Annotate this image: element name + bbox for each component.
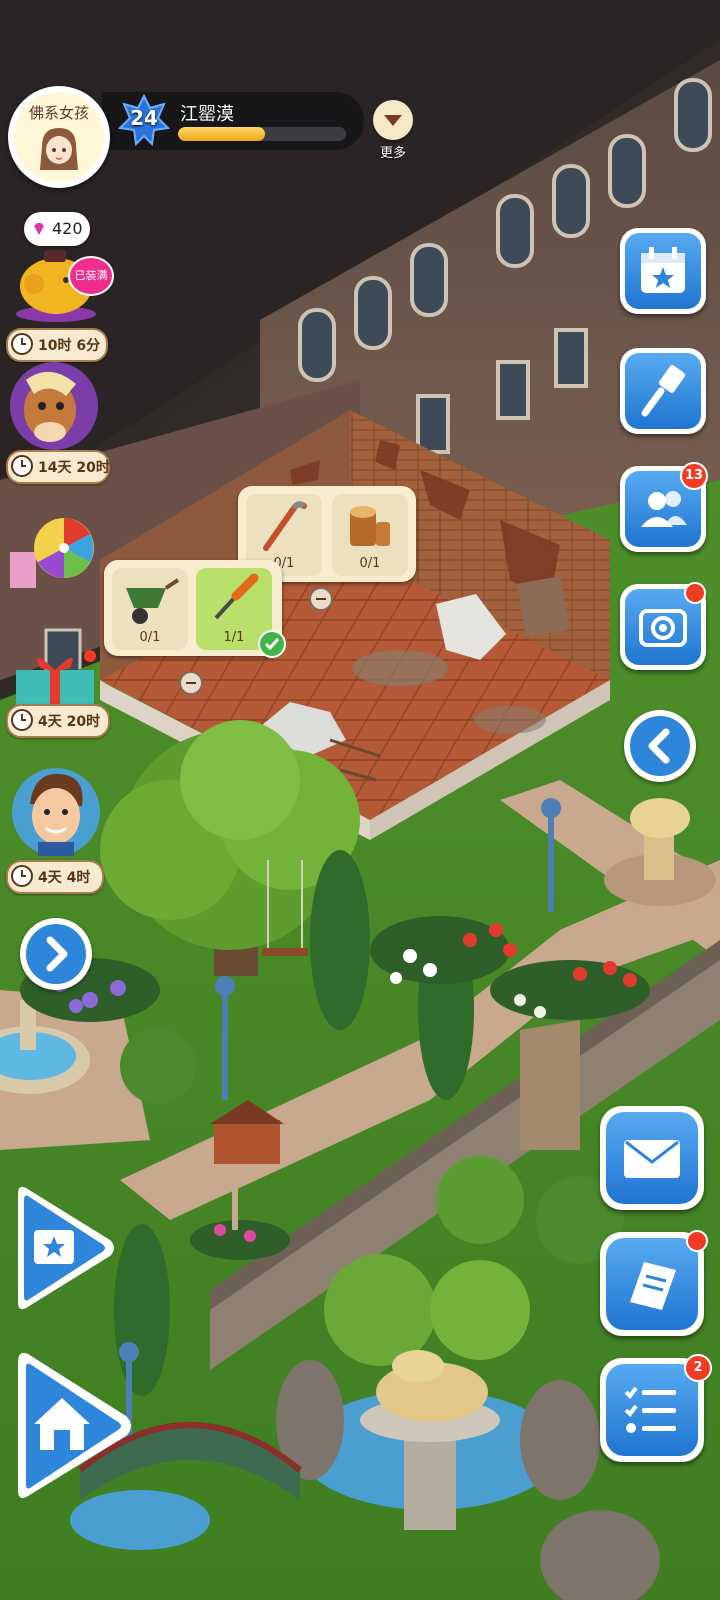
- player-level: 24: [130, 106, 158, 130]
- home-button[interactable]: [14, 1346, 136, 1506]
- task-complete-check-icon: [258, 630, 286, 658]
- prize-wheel-icon[interactable]: [6, 512, 102, 592]
- more-label: 更多: [379, 146, 406, 161]
- screwdriver-icon: [214, 573, 259, 620]
- xp-progress-fill: [178, 127, 266, 141]
- back-arrow-icon: [648, 728, 670, 764]
- horse-event-icon[interactable]: [6, 360, 102, 452]
- gift-box-icon[interactable]: [10, 646, 100, 710]
- tasks-badge: 2: [684, 1354, 712, 1382]
- expand-left-panel-button[interactable]: [20, 918, 92, 990]
- mail-icon: [624, 1140, 680, 1178]
- decorate-button[interactable]: [620, 348, 706, 434]
- gem-count: 420: [52, 219, 83, 238]
- checklist-icon: [624, 1386, 676, 1433]
- clock-icon: [11, 333, 33, 355]
- task-wood-count: 0/1: [359, 556, 381, 571]
- gem-counter[interactable]: 420: [24, 212, 90, 246]
- clock-icon: [11, 709, 33, 731]
- wood-logs-icon: [350, 506, 390, 546]
- gallery-icon: [639, 609, 687, 647]
- piggy-timer-text: 10时 6分: [38, 338, 101, 354]
- task-wheelbarrow[interactable]: 0/1: [112, 568, 188, 650]
- gift-timer-text: 4天 20时: [38, 714, 101, 730]
- chevron-down-icon: [384, 115, 402, 126]
- clock-icon: [11, 455, 33, 477]
- collapse-right-panel-button[interactable]: [624, 710, 696, 782]
- room-marker-lower[interactable]: [178, 670, 204, 696]
- gem-icon: [34, 223, 44, 235]
- player-avatar[interactable]: 佛系女孩: [8, 86, 110, 188]
- horse-timer-text: 14天 20时: [38, 460, 110, 476]
- xp-progress-bar: [178, 127, 346, 141]
- crowbar-icon: [263, 501, 307, 551]
- friends-icon: [641, 491, 687, 527]
- calendar-star-icon: [34, 1230, 74, 1264]
- girl-face-icon: [40, 128, 78, 170]
- character-event-icon[interactable]: [10, 764, 102, 860]
- room-marker-upper[interactable]: [308, 586, 334, 612]
- character-timer: 4天 4时: [6, 860, 104, 894]
- clock-icon: [11, 865, 33, 887]
- journal-icon: [630, 1262, 676, 1310]
- gallery-notification-dot: [684, 582, 706, 604]
- gift-timer: 4天 20时: [6, 704, 110, 738]
- friends-badge: 13: [680, 462, 708, 490]
- forward-arrow-icon: [46, 936, 68, 972]
- task-wood[interactable]: 0/1: [332, 494, 408, 576]
- wheelbarrow-icon: [126, 578, 180, 624]
- calendar-button[interactable]: [620, 228, 706, 314]
- calendar-star-icon: [641, 247, 685, 293]
- avatar-caption: 佛系女孩: [28, 104, 89, 122]
- more-button[interactable]: [373, 100, 413, 140]
- piggy-timer: 10时 6分: [6, 328, 108, 362]
- character-timer-text: 4天 4时: [38, 870, 91, 886]
- horse-timer: 14天 20时: [6, 450, 110, 484]
- task-bubble-lower: 0/1 1/1: [104, 560, 282, 656]
- piggy-full-badge: 已装满: [68, 256, 114, 296]
- event-calendar-button[interactable]: [14, 1180, 118, 1316]
- task-wheelbarrow-count: 0/1: [139, 630, 161, 645]
- journal-notification-dot: [686, 1230, 708, 1252]
- player-name: 江罂漠: [180, 104, 234, 125]
- mail-button[interactable]: [600, 1106, 704, 1210]
- brush-icon: [641, 365, 686, 417]
